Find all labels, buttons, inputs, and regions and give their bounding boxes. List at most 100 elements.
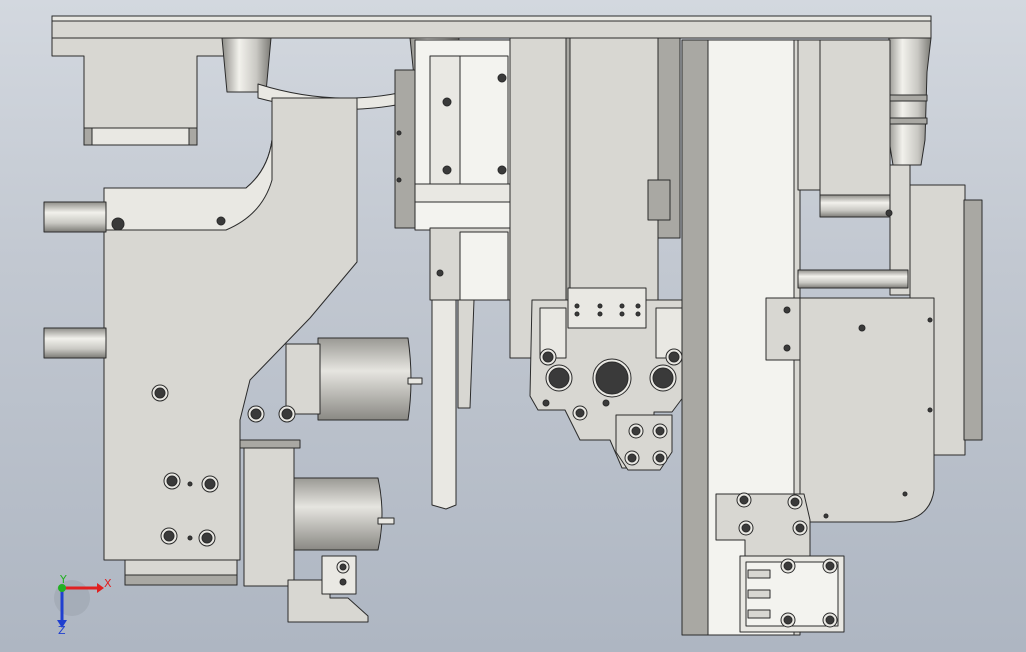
- fastener-hole-39: [858, 324, 866, 332]
- fastener-hole-17: [542, 351, 554, 363]
- servo-fin-1: [747, 569, 771, 579]
- fastener-hole-31: [575, 408, 585, 418]
- fastener-hole-29: [635, 311, 641, 317]
- motor-lower-body: [291, 477, 383, 551]
- motor-upper-shaft: [407, 377, 423, 385]
- spindle-right-band-2: [886, 117, 928, 125]
- fastener-hole-33: [631, 426, 641, 436]
- right-rod-upper: [819, 194, 891, 218]
- fastener-hole-5: [163, 530, 175, 542]
- top-plate-bevel: [51, 15, 932, 22]
- pin-lower: [43, 327, 107, 359]
- servo-fin-2: [747, 589, 771, 599]
- fastener-hole-45: [790, 497, 800, 507]
- triad-y-label: Y: [59, 573, 67, 586]
- fastener-hole-28: [635, 303, 641, 309]
- fastener-hole-14: [396, 130, 402, 136]
- fastener-hole-30: [542, 399, 550, 407]
- fastener-hole-53: [339, 578, 347, 586]
- fastener-hole-54: [250, 408, 262, 420]
- fastener-hole-20: [652, 367, 674, 389]
- right-side-plate-edge: [963, 199, 983, 441]
- motor-cover-flange: [765, 297, 803, 361]
- fastener-hole-13: [497, 165, 507, 175]
- axis-triad: X Y Z: [54, 573, 112, 637]
- fastener-hole-52: [339, 563, 347, 571]
- guide-rail: [429, 55, 461, 185]
- fastener-hole-27: [619, 311, 625, 317]
- left-bracket-pad: [91, 127, 190, 146]
- fastener-hole-25: [597, 311, 603, 317]
- guide-column-back: [394, 69, 416, 229]
- fastener-hole-42: [902, 491, 908, 497]
- fastener-hole-43: [823, 513, 829, 519]
- fastener-hole-4: [204, 478, 216, 490]
- tall-slide-shadow: [681, 39, 709, 636]
- fastener-hole-11: [442, 165, 452, 175]
- fastener-hole-34: [655, 426, 665, 436]
- fastener-hole-47: [795, 523, 805, 533]
- motor-lower-flange: [243, 445, 295, 587]
- fastener-hole-9: [216, 216, 226, 226]
- fastener-hole-16: [436, 269, 444, 277]
- motor-upper-flange: [285, 343, 321, 415]
- motor-upper-body: [317, 337, 412, 421]
- fastener-hole-41: [927, 407, 933, 413]
- right-guide-rail: [819, 39, 891, 196]
- fastener-hole-50: [783, 615, 793, 625]
- fastener-hole-46: [741, 523, 751, 533]
- fastener-hole-23: [574, 311, 580, 317]
- servo-fin-3: [747, 609, 771, 619]
- fastener-hole-6: [201, 532, 213, 544]
- triad-x-label: X: [104, 577, 112, 590]
- fastener-hole-48: [783, 561, 793, 571]
- fastener-hole-44: [739, 495, 749, 505]
- fastener-hole-19: [595, 361, 629, 395]
- spindle-right-band-1: [886, 94, 928, 102]
- fastener-hole-18: [548, 367, 570, 389]
- fastener-hole-55: [281, 408, 293, 420]
- motor-cover: [799, 297, 935, 523]
- right-rod-lower: [797, 269, 909, 289]
- spacer-bar: [239, 439, 301, 449]
- fastener-hole-36: [655, 453, 665, 463]
- fastener-hole-56: [885, 209, 893, 217]
- pin-upper: [43, 201, 107, 233]
- main-arm-curve: [103, 139, 273, 231]
- guide-finger-2: [457, 299, 475, 409]
- guide-lower-face: [459, 231, 509, 301]
- clamp-block: [321, 555, 357, 595]
- fastener-hole-24: [597, 303, 603, 309]
- right-guide-back: [797, 39, 821, 191]
- fastener-hole-22: [574, 303, 580, 309]
- spindle-left: [221, 37, 272, 93]
- fastener-hole-26: [619, 303, 625, 309]
- guide-finger: [431, 299, 457, 510]
- fastener-hole-3: [166, 475, 178, 487]
- small-block: [647, 179, 671, 221]
- fastener-hole-1: [111, 217, 125, 231]
- fastener-hole-40: [927, 317, 933, 323]
- fastener-hole-35: [627, 453, 637, 463]
- slide-b: [567, 37, 659, 304]
- fastener-hole-7: [187, 481, 193, 487]
- triad-x-arrowhead: [97, 583, 104, 593]
- fastener-hole-37: [783, 306, 791, 314]
- guide-cap: [414, 183, 511, 203]
- fastener-hole-10: [442, 97, 452, 107]
- fastener-hole-38: [783, 344, 791, 352]
- fastener-hole-51: [825, 615, 835, 625]
- fastener-hole-8: [187, 535, 193, 541]
- fastener-hole-2: [154, 387, 166, 399]
- fastener-hole-21: [668, 351, 680, 363]
- gripper-top-face: [567, 287, 647, 329]
- fastener-hole-12: [497, 73, 507, 83]
- triad-z-label: Z: [58, 624, 66, 637]
- motor-lower-shaft: [377, 517, 395, 525]
- assembly-drawing[interactable]: X Y Z: [0, 0, 1026, 652]
- fastener-hole-32: [602, 399, 610, 407]
- fastener-hole-15: [396, 177, 402, 183]
- slide-edge: [565, 37, 571, 304]
- cad-viewport[interactable]: X Y Z: [0, 0, 1026, 652]
- main-arm-base-step: [124, 574, 238, 586]
